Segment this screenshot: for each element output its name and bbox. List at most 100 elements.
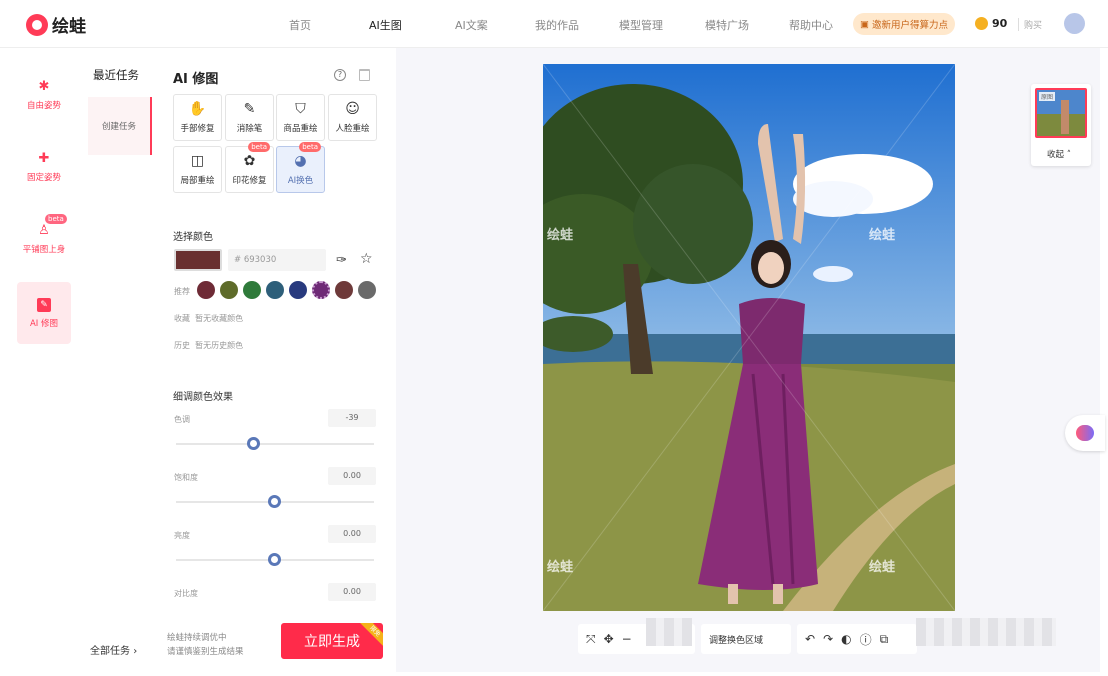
blurred-region [916,618,1056,646]
nav-model-square[interactable]: 模特广场 [705,17,749,33]
color-swatch[interactable] [243,281,261,299]
hex-input[interactable]: # 693030 [228,249,326,271]
watermark: 绘蛙 [869,228,896,243]
chevron-up-icon: ˄ [1066,150,1071,160]
tool-label: AI换色 [287,175,314,186]
color-swatch[interactable] [312,281,330,299]
info-icon[interactable]: ⓘ [860,631,872,648]
nav-ai-copy[interactable]: AI文案 [455,17,488,33]
footer-note-1: 绘蛙持续调优中 [167,633,227,643]
saturation-label: 饱和度 [174,473,198,482]
recommend-label: 推荐 [174,287,190,296]
fit-screen-icon[interactable]: ⤧ [586,632,596,647]
beta-badge: beta [45,214,67,224]
tool-label: 商品重绘 [283,123,318,134]
tool-label: 局部重绘 [180,175,215,186]
star-icon[interactable]: ☆ [360,251,373,267]
color-swatch[interactable] [220,281,238,299]
history-toolbar: ↶ ↷ ◐ ⓘ ⧉ [797,624,917,654]
saturation-slider-thumb[interactable] [268,495,281,508]
pen-icon: ✎ [243,100,256,117]
nav-home[interactable]: 首页 [289,17,311,33]
compare-icon[interactable]: ◐ [841,632,851,646]
generate-button[interactable]: 立即生成 限免 [281,623,383,659]
nav-my-works[interactable]: 我的作品 [535,17,579,33]
nav-ai-image[interactable]: AI生图 [369,17,402,33]
favorites-label: 收藏 [174,314,190,323]
undo-icon[interactable]: ↶ [805,632,815,646]
redo-icon[interactable]: ↷ [823,632,833,646]
buy-link[interactable]: 购买 [1018,18,1042,31]
tool-label: 消除笔 [236,123,263,134]
zoom-out-icon[interactable]: − [622,632,632,646]
color-swatch[interactable] [197,281,215,299]
ai-assistant-button[interactable] [1065,415,1105,451]
tool-ai-recolor[interactable]: beta ◕ AI换色 [276,142,325,193]
tool-label: 人脸重绘 [335,123,370,134]
color-swatch[interactable] [289,281,307,299]
recent-tasks-panel: 最近任务 创建任务 [88,48,158,676]
tool-partial-redraw[interactable]: ◫ 局部重绘 [173,146,222,193]
watermark: 绘蛙 [547,560,574,575]
rail-item-ai-retouch[interactable]: ✎ AI 修图 [17,282,71,344]
nav-model-manage[interactable]: 模型管理 [619,17,663,33]
brightness-label: 亮度 [174,531,190,540]
collapse-label: 收起 [1047,150,1065,160]
tool-face-redraw[interactable]: ☺ 人脸重绘 [328,94,377,141]
copy-icon[interactable]: ⧉ [880,632,889,647]
result-photo[interactable]: 绘蛙 绘蛙 绘蛙 绘蛙 [543,64,955,611]
create-task-card[interactable]: 创建任务 [88,97,152,155]
color-swatch[interactable] [266,281,284,299]
gift-icon: ▣ [860,18,869,30]
move-icon[interactable]: ✥ [604,632,614,646]
rail-item-label: 自由姿势 [26,100,61,111]
hue-slider-track[interactable] [176,443,374,445]
favorites-row: 收藏 暂无收藏颜色 [174,313,243,324]
help-icon[interactable]: ? [334,69,346,81]
hand-icon: ✋ [188,100,207,117]
eyedropper-icon[interactable]: ✑ [336,253,347,268]
blurred-region [646,618,692,646]
contrast-label: 对比度 [174,589,198,598]
generate-label: 立即生成 [304,634,360,650]
original-thumbnail[interactable]: 原图 [1035,88,1087,138]
hue-label: 色调 [174,415,190,424]
trash-icon[interactable] [359,69,370,81]
tool-product-redraw[interactable]: ⛉ 商品重绘 [276,94,325,141]
watermark: 绘蛙 [869,560,896,575]
collapse-button[interactable]: 收起 ˄ [1047,148,1071,160]
invite-promo-button[interactable]: ▣ 邀新用户得算力点 [853,13,955,35]
color-swatch[interactable] [358,281,376,299]
watermark: 绘蛙 [547,228,574,243]
brightness-slider-thumb[interactable] [268,553,281,566]
tool-eraser[interactable]: ✎ 消除笔 [225,94,274,141]
all-tasks-link[interactable]: 全部任务 › [90,642,137,657]
rail-item-flat-lay[interactable]: beta ♙ 平铺图上身 [17,208,71,270]
contrast-value[interactable]: 0.00 [328,583,376,601]
hue-value[interactable]: -39 [328,409,376,427]
avatar[interactable] [1064,13,1085,34]
rail-item-free-pose[interactable]: ✱ 自由姿势 [17,64,71,126]
tool-panel: AI 修图 ? ✋ 手部修复 ✎ 消除笔 ⛉ 商品重绘 ☺ 人脸重绘 ◫ 局部重… [165,48,395,676]
rail-item-fixed-pose[interactable]: ✚ 固定姿势 [17,136,71,198]
promo-label: 邀新用户得算力点 [871,20,948,31]
tool-hand-repair[interactable]: ✋ 手部修复 [173,94,222,141]
app-root: 绘蛙 首页 AI生图 AI文案 我的作品 模型管理 模特广场 帮助中心 ▣ 邀新… [0,0,1108,676]
adjust-region-button[interactable]: 调整换色区域 [701,624,791,654]
tool-label: 手部修复 [180,123,215,134]
figure-icon: ✱ [38,78,50,94]
points-count: 90 [992,17,1008,30]
palette-icon: ◕ [294,152,307,169]
logo-icon [26,13,48,36]
tool-label: 印花修复 [232,175,267,186]
nav-help-center[interactable]: 帮助中心 [789,17,833,33]
selected-color-swatch[interactable] [174,249,222,271]
tool-print-repair[interactable]: beta ✿ 印花修复 [225,142,274,193]
logo[interactable]: 绘蛙 [26,12,86,37]
saturation-value[interactable]: 0.00 [328,467,376,485]
brain-icon [1076,425,1094,441]
hue-slider-thumb[interactable] [247,437,260,450]
color-swatch[interactable] [335,281,353,299]
brightness-value[interactable]: 0.00 [328,525,376,543]
left-rail: ✱ 自由姿势 ✚ 固定姿势 beta ♙ 平铺图上身 ✎ AI 修图 [0,48,88,676]
